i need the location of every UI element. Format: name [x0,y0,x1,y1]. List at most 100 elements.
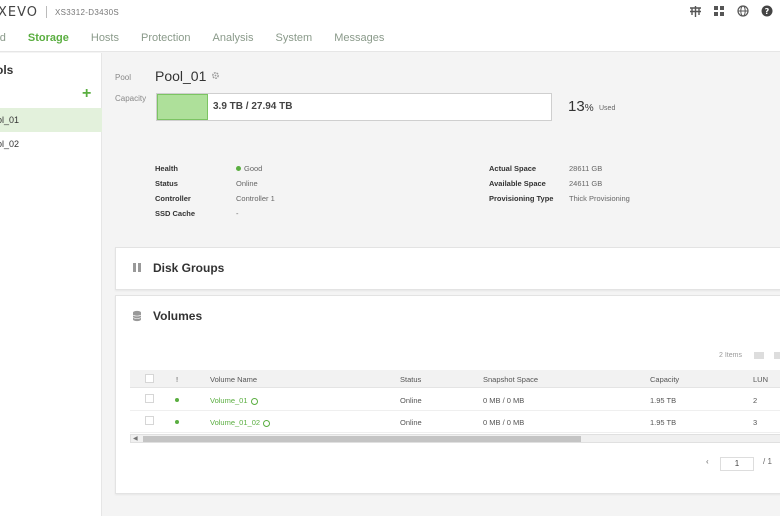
capacity-label: Capacity [115,94,147,103]
logo-separator [46,6,48,18]
volumes-card: Volumes 2 Items ! Volume Name Status Sna… [115,295,780,494]
status-dot-icon [175,398,179,402]
detail-key: Available Space [489,179,546,188]
volume-lun-cell: 2 [753,396,758,405]
device-model: XS3312-D3430S [55,7,119,17]
table-row[interactable]: Volume_01 Online 0 MB / 0 MB 1.95 TB 2 [130,389,780,411]
nav-dashboard[interactable]: ard [0,32,6,44]
globe-icon[interactable] [736,4,750,18]
nav-system[interactable]: System [276,32,313,44]
pools-panel: ols + ol_01 ol_02 [0,53,102,516]
volume-name-cell[interactable]: Volume_01_02 [210,418,271,427]
detail-key: Controller [155,194,191,203]
network-icon[interactable] [688,4,702,18]
detail-value: Controller 1 [236,194,275,203]
volume-capacity-cell: 1.95 TB [650,418,677,427]
column-settings-icon[interactable] [754,352,764,359]
detail-value: Thick Provisioning [569,194,630,203]
col-capacity[interactable]: Capacity [650,375,679,384]
sidebar-item-label: ol_01 [0,115,20,125]
col-alert[interactable]: ! [176,375,178,384]
row-checkbox[interactable] [145,394,154,403]
capacity-percent-number: 13 [568,98,585,115]
detail-value: Online [236,179,258,188]
capacity-used-label: Used [599,105,616,112]
detail-value: Good [244,164,263,173]
col-volume-name[interactable]: Volume Name [210,375,257,384]
select-all-checkbox[interactable] [145,374,154,383]
capacity-percent: 13% [568,98,594,115]
main-content: Pool Pool_01 Capacity 3.9 TB / 27.94 TB … [103,53,780,516]
detail-key: Actual Space [489,164,537,173]
page-number-input[interactable]: 1 [720,457,754,471]
detail-ssd-cache-value: - [236,209,239,218]
sidebar-item-pool-02[interactable]: ol_02 [0,132,102,156]
sidebar-item-pool-01[interactable]: ol_01 [0,108,102,132]
help-icon[interactable]: ? [760,4,774,18]
volume-lun-cell: 3 [753,418,758,427]
nav-storage[interactable]: Storage [28,32,69,44]
col-status[interactable]: Status [400,375,421,384]
detail-key: Status [155,179,178,188]
capacity-fill [157,94,208,120]
items-count: 2 Items [719,352,742,359]
volume-status-cell: Online [400,396,422,405]
grid-icon[interactable] [712,4,726,18]
volume-snapshot-cell: 0 MB / 0 MB [483,396,525,405]
nav-hosts[interactable]: Hosts [91,32,119,44]
volume-name-cell[interactable]: Volume_01 [210,396,258,405]
volume-name-link[interactable]: Volume_01 [210,396,248,405]
col-snapshot-space[interactable]: Snapshot Space [483,375,538,384]
nav-messages[interactable]: Messages [334,32,384,44]
detail-available-space: Available Space [489,179,546,188]
detail-status-value: Online [236,179,258,188]
detail-provisioning: Provisioning Type [489,194,553,203]
detail-status: Status [155,179,178,188]
detail-key: Provisioning Type [489,194,554,203]
detail-actual-space: Actual Space [489,164,536,173]
detail-actual-space-value: 28611 GB [569,164,602,173]
detail-ssd-cache: SSD Cache [155,209,195,218]
nav-protection[interactable]: Protection [141,32,191,44]
pool-label: Pool [115,73,132,82]
status-dot-icon [175,420,179,424]
detail-controller: Controller [155,194,191,203]
detail-health-value: Good [236,164,262,173]
health-dot-icon [236,166,241,172]
detail-health: Health [155,164,178,173]
prev-page-icon[interactable]: ‹ [706,457,709,466]
col-lun[interactable]: LUN [753,375,768,384]
detail-value: 28611 GB [569,164,603,173]
detail-key: SSD Cache [155,209,196,218]
volume-name-link[interactable]: Volume_01_02 [210,418,260,427]
capacity-percent-sign: % [584,103,594,114]
top-icons: ? [688,4,774,18]
table-row[interactable]: Volume_01_02 Online 0 MB / 0 MB 1.95 TB … [130,411,780,433]
detail-value: - [236,209,239,218]
volume-snapshot-cell: 0 MB / 0 MB [483,418,525,427]
detail-value: 24611 GB [569,179,603,188]
detail-provisioning-value: Thick Provisioning [569,194,630,203]
volume-info-icon[interactable] [263,419,271,427]
horizontal-scrollbar[interactable]: ◀ [130,434,780,443]
pools-title: ols [0,63,14,77]
disk-groups-card[interactable]: Disk Groups [115,247,780,290]
nav-analysis[interactable]: Analysis [213,32,254,44]
volume-capacity-cell: 1.95 TB [650,396,677,405]
detail-controller-value: Controller 1 [236,194,275,203]
volumes-table-header: ! Volume Name Status Snapshot Space Capa… [130,370,780,388]
scroll-left-icon[interactable]: ◀ [133,435,138,442]
volumes-title: Volumes [153,309,203,323]
volume-status-cell: Online [400,418,422,427]
sidebar-item-label: ol_02 [0,139,20,149]
add-pool-button[interactable]: + [82,86,91,102]
gear-icon[interactable] [211,71,220,83]
detail-available-space-value: 24611 GB [569,179,602,188]
brand-logo: XEVO [0,4,39,20]
disk-groups-icon [132,262,142,276]
volume-info-icon[interactable] [250,397,258,405]
scrollbar-thumb[interactable] [143,436,581,442]
refresh-icon[interactable] [774,352,780,359]
row-checkbox[interactable] [145,416,154,425]
main-nav: ard Storage Hosts Protection Analysis Sy… [0,24,780,52]
